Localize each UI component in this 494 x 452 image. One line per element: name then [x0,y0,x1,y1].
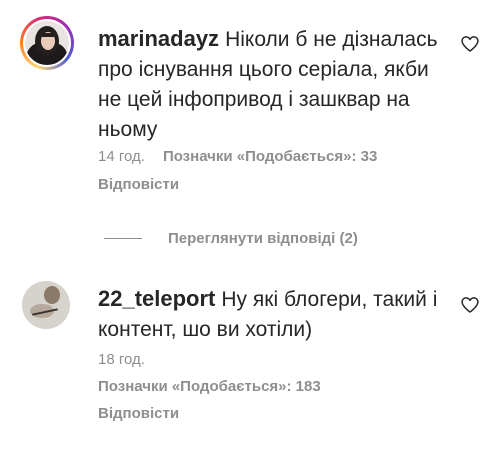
comment-username[interactable]: marinadayz [98,26,219,51]
comment-time-row: 18 год. [98,347,163,373]
profile-photo [22,281,70,329]
avatar[interactable] [22,281,70,329]
reply-button[interactable]: Відповісти [98,176,179,193]
reply-button[interactable]: Відповісти [98,405,179,422]
comment-body: marinadayz Ніколи б не дізналась про існу… [98,24,438,145]
profile-photo [25,21,69,65]
view-replies-label: Переглянути відповіді (2) [168,229,358,247]
avatar[interactable] [20,16,74,70]
comments-panel: marinadayz Ніколи б не дізналась про існу… [0,0,494,452]
likes-count[interactable]: Позначки «Подобається»: 183 [98,378,321,395]
replies-divider-line [104,237,142,239]
view-replies-button[interactable]: Переглянути відповіді (2) [104,226,358,250]
comment-meta: 14 год. Позначки «Подобається»: 33 [98,144,377,170]
comment-time: 14 год. [98,148,145,165]
comment-body: 22_teleport Ну які блогери, такий і конте… [98,284,438,345]
heart-outline-icon[interactable] [460,34,480,54]
comment-meta: Позначки «Подобається»: 183 [98,374,321,400]
comment-username[interactable]: 22_teleport [98,286,215,311]
likes-count[interactable]: Позначки «Подобається»: 33 [163,148,377,165]
comment-time: 18 год. [98,351,145,368]
heart-outline-icon[interactable] [460,295,480,315]
